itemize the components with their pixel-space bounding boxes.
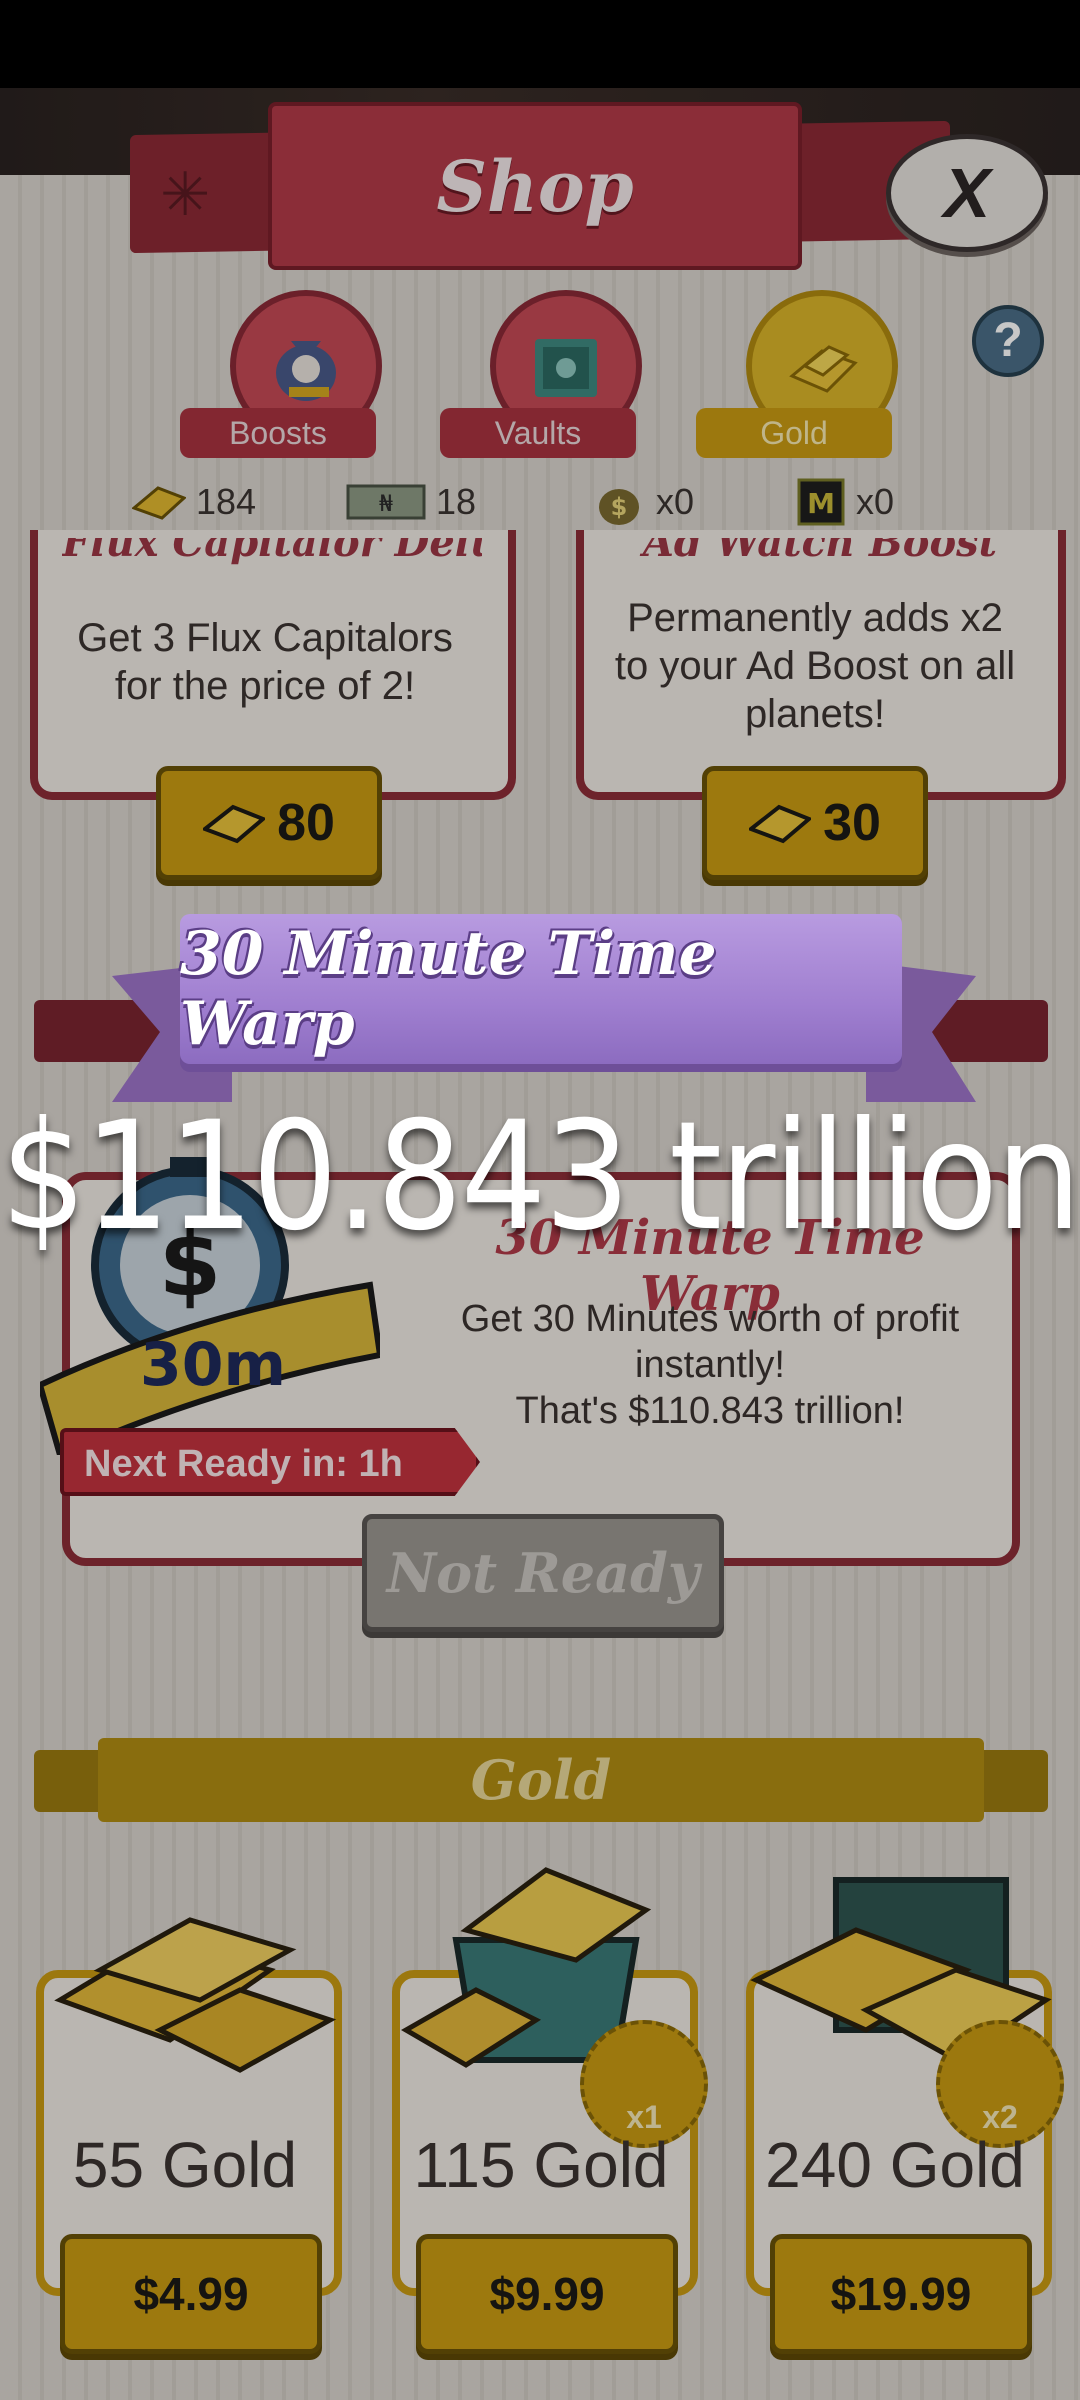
gold-bars-icon: [54, 1917, 337, 2073]
time-warp-banner: 30 Minute Time Warp: [180, 914, 902, 1064]
description-line: That's $110.843 trillion!: [515, 1390, 905, 1432]
currency-gold: 184: [132, 476, 256, 528]
next-ready-ribbon: Next Ready in: 1h 59m: [60, 1428, 480, 1496]
description-line: Get 3 Flux Capitalors: [77, 616, 453, 660]
gold-count: 184: [196, 481, 257, 522]
button-label: Not Ready: [386, 1541, 700, 1605]
page-title: Shop: [436, 144, 634, 228]
card-description: Get 3 Flux Capitalors for the price of 2…: [40, 614, 490, 710]
not-ready-button[interactable]: Not Ready: [362, 1514, 724, 1632]
price-label: 80: [277, 794, 335, 852]
buy-button[interactable]: 30: [702, 766, 928, 880]
card-description: Permanently adds x2 to your Ad Boost on …: [590, 594, 1040, 738]
megabucks-count: 18: [436, 481, 477, 522]
mega-ticket-icon: M: [797, 478, 845, 526]
money-bag-count: x0: [656, 481, 695, 522]
svg-text:$: $: [611, 493, 628, 521]
card-title: Ad Watch Boost: [642, 538, 998, 566]
price-label: 30: [823, 794, 881, 852]
description-line: to your Ad Boost on all: [614, 644, 1016, 688]
buy-button[interactable]: 80: [156, 766, 382, 880]
description-line: planets!: [744, 692, 886, 736]
gold-icon: [749, 804, 812, 844]
card-description: Get 30 Minutes worth of profit instantly…: [450, 1296, 970, 1434]
currency-money-bag: $ x0: [592, 476, 694, 528]
section-title: Gold: [470, 1748, 612, 1812]
svg-text:₦: ₦: [379, 492, 393, 517]
description-line: for the price of 2!: [114, 664, 416, 708]
banner-title: 30 Minute Time Warp: [180, 919, 717, 1059]
price-label: $4.99: [133, 2268, 249, 2320]
mega-ticket-count: x0: [856, 481, 895, 522]
tab-label: Vaults: [440, 408, 636, 458]
description-line: Permanently adds x2: [627, 596, 1003, 640]
price-label: $9.99: [489, 2268, 605, 2320]
close-button[interactable]: X: [886, 134, 1048, 252]
gold-section-header: Gold: [98, 1738, 984, 1822]
close-icon: X: [943, 154, 991, 232]
tab-label: Gold: [696, 408, 892, 458]
description-line: instantly!: [635, 1344, 785, 1386]
status-bar: [0, 0, 1080, 88]
buy-gold-button[interactable]: $9.99: [416, 2234, 678, 2354]
star-decoration-icon: ✳: [160, 161, 211, 228]
gold-quantity: 55 Gold: [72, 2129, 298, 2201]
gold-quantity: 115 Gold: [413, 2129, 669, 2201]
megabucks-icon: ₦: [346, 484, 426, 520]
price-label: $19.99: [830, 2268, 972, 2320]
gold-icon: [132, 486, 186, 520]
tab-gold[interactable]: Gold: [696, 290, 898, 460]
buy-gold-button[interactable]: $4.99: [60, 2234, 322, 2354]
gold-icon: [203, 804, 266, 844]
help-button[interactable]: ?: [972, 305, 1044, 377]
currency-megabucks: ₦ 18: [346, 476, 476, 528]
card-title: Flux Capitalor Deluxe: [62, 538, 482, 566]
svg-text:M: M: [807, 487, 835, 520]
gold-quantity: 240 Gold: [765, 2129, 1025, 2201]
tab-label: Boosts: [180, 408, 376, 458]
money-bag-icon: $: [599, 489, 639, 525]
tab-vaults[interactable]: Vaults: [440, 290, 642, 460]
currency-mega-ticket: M x0: [796, 476, 894, 528]
description-line: Get 30 Minutes worth of profit: [460, 1298, 960, 1340]
tab-boosts[interactable]: Boosts: [180, 290, 382, 460]
buy-gold-button[interactable]: $19.99: [770, 2234, 1032, 2354]
duration-label: 30m: [140, 1330, 287, 1400]
shop-title-plate: Shop: [268, 102, 802, 270]
reward-amount: $110.843 trillion: [0, 1090, 1080, 1264]
